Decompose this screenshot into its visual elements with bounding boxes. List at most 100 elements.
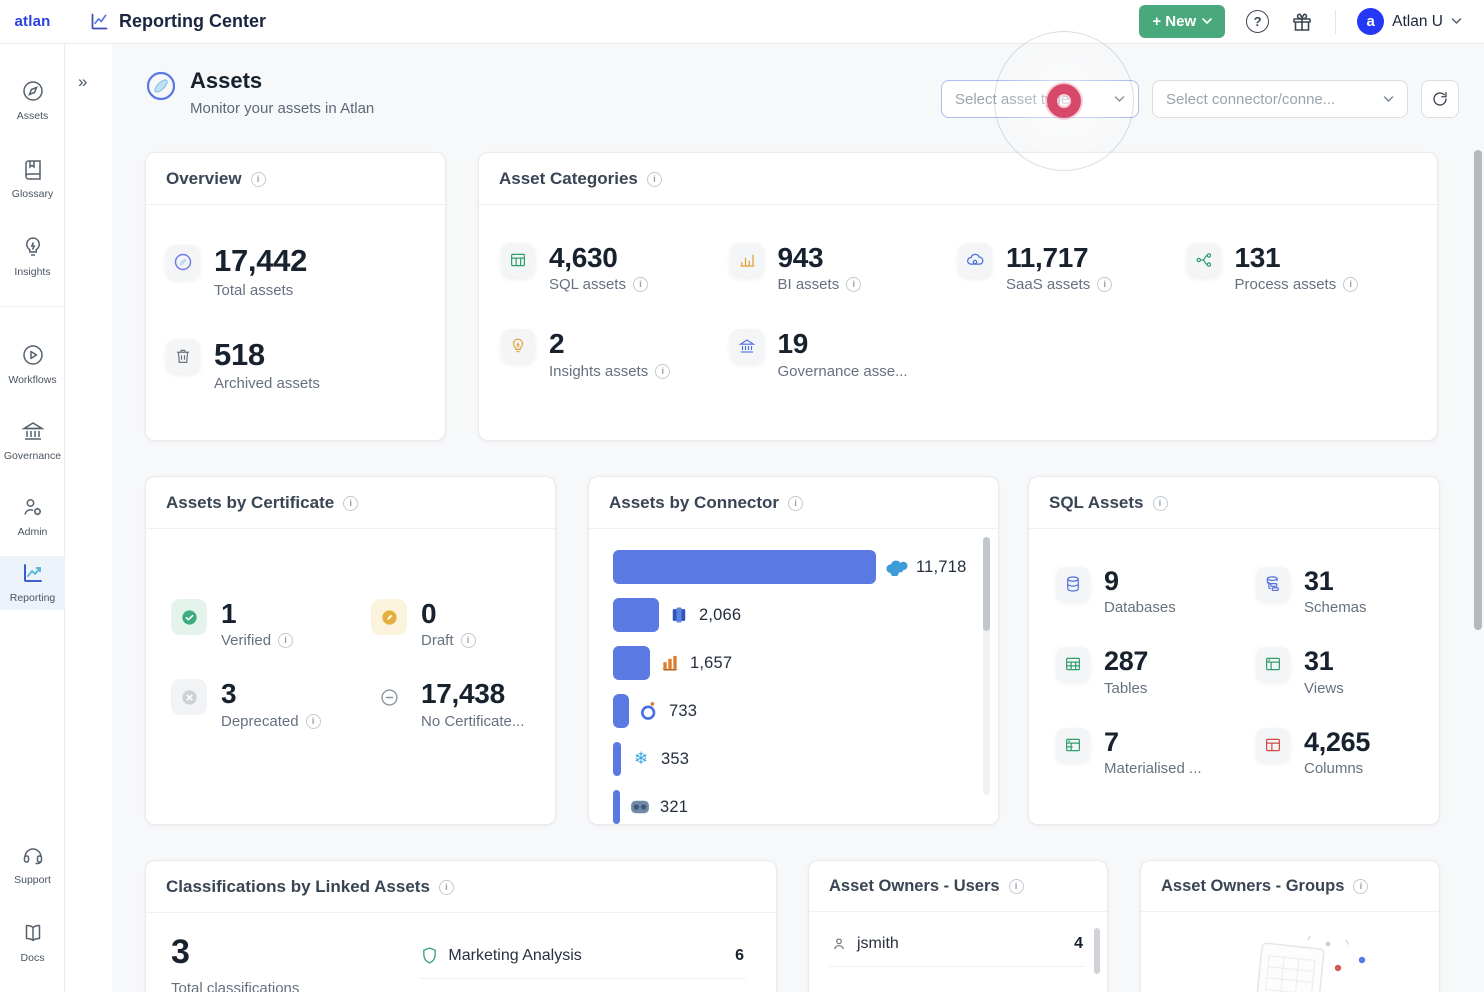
info-icon[interactable]: i (846, 277, 861, 292)
owner-user-row[interactable]: jsmith 4 (829, 922, 1085, 967)
bank-icon (730, 329, 764, 363)
sidebar-item-reporting[interactable]: Reporting (0, 556, 65, 610)
headset-icon (21, 843, 45, 867)
connector-bar-row[interactable]: 1,657 (613, 639, 974, 687)
page-scrollbar[interactable] (1474, 150, 1482, 630)
info-icon[interactable]: i (251, 172, 266, 187)
info-icon[interactable]: i (655, 364, 670, 379)
connector-scrollbar[interactable] (983, 537, 990, 631)
sidebar-item-governance[interactable]: Governance (0, 414, 65, 468)
asset-owners-groups-card: Asset Owners - Groups i (1140, 860, 1440, 992)
left-sidebar: Assets Glossary Insights Workflows Gover… (0, 44, 65, 992)
new-button[interactable]: + New (1139, 5, 1225, 38)
card-title: Classifications by Linked Assets (166, 877, 430, 897)
flow-icon (1187, 243, 1221, 277)
columns-stat: 4,265 Columns (1256, 728, 1412, 777)
bar-connector-partial[interactable] (613, 790, 620, 824)
gift-icon[interactable] (1290, 10, 1314, 34)
card-title: Asset Owners - Groups (1161, 877, 1344, 896)
card-title: Asset Categories (499, 169, 638, 189)
deprecated-stat: 3 Deprecatedi (171, 679, 371, 729)
redshift-icon (667, 603, 691, 627)
connector-partial-icon (628, 795, 652, 819)
info-icon[interactable]: i (1353, 879, 1368, 894)
connector-bar-row[interactable]: 321 (613, 783, 974, 825)
card-title: Assets by Certificate (166, 493, 334, 513)
empty-state-illustration (1200, 928, 1380, 992)
user-icon (831, 936, 847, 952)
sidebar-item-glossary[interactable]: Glossary (0, 152, 65, 206)
classifications-total: 3 Total classifications (171, 933, 299, 992)
page-heading: Assets (190, 68, 374, 94)
chevron-down-icon (1202, 18, 1212, 25)
salesforce-icon (884, 555, 908, 579)
info-icon[interactable]: i (647, 172, 662, 187)
info-icon[interactable]: i (278, 633, 293, 648)
sidebar-item-assets[interactable]: Assets (0, 74, 65, 128)
info-icon[interactable]: i (1009, 879, 1024, 894)
bar-chart-icon (730, 243, 764, 277)
governance-assets-stat: 19 Governance asse... (730, 329, 959, 379)
card-title: Asset Owners - Users (829, 877, 1000, 896)
snowflake-icon: ❄ (629, 747, 653, 771)
connector-bar-row[interactable]: 11,718 (613, 543, 974, 591)
info-icon[interactable]: i (633, 277, 648, 292)
verified-badge-icon (171, 599, 207, 635)
bar-aws-connector[interactable] (613, 646, 650, 680)
tables-stat: 287 Tables (1056, 647, 1256, 696)
info-icon[interactable]: i (1343, 277, 1358, 292)
no-certificate-stat: 17,438 No Certificate... (371, 679, 530, 729)
card-title: Assets by Connector (609, 493, 779, 513)
bank-icon (21, 419, 45, 443)
trash-icon (166, 339, 200, 373)
sidebar-divider (0, 306, 65, 307)
sidebar-item-insights[interactable]: Insights (0, 230, 65, 284)
connector-select[interactable]: Select connector/conne... (1152, 80, 1408, 118)
archived-assets-stat: 518 Archived assets (166, 339, 425, 393)
sidebar-item-support[interactable]: Support (0, 838, 65, 892)
database-icon (1056, 567, 1090, 601)
draft-badge-icon (371, 599, 407, 635)
insights-assets-stat: 2 Insights assetsi (501, 329, 730, 379)
atlan-logo[interactable]: atlan (14, 13, 50, 30)
connector-bar-row[interactable]: 733 (613, 687, 974, 735)
schema-icon (1256, 567, 1290, 601)
card-title: SQL Assets (1049, 493, 1144, 513)
info-icon[interactable]: i (343, 496, 358, 511)
asset-type-select[interactable]: Select asset type (941, 80, 1139, 118)
verified-stat: 1 Verifiedi (171, 599, 371, 649)
assets-by-certificate-card: Assets by Certificatei 1 Verifiedi 0 Dra… (145, 476, 556, 825)
databases-stat: 9 Databases (1056, 567, 1256, 616)
info-icon[interactable]: i (461, 633, 476, 648)
info-icon[interactable]: i (1153, 496, 1168, 511)
user-menu[interactable]: a Atlan U (1357, 8, 1462, 35)
book-icon (21, 157, 45, 181)
bar-ring-connector[interactable] (613, 694, 629, 728)
refresh-button[interactable] (1421, 80, 1459, 118)
info-icon[interactable]: i (1097, 277, 1112, 292)
column-icon (1256, 728, 1290, 762)
bar-salesforce[interactable] (613, 550, 876, 584)
expand-panel-icon[interactable]: » (78, 72, 85, 92)
bar-redshift[interactable] (613, 598, 659, 632)
sidebar-item-docs[interactable]: Docs (0, 916, 65, 970)
help-icon[interactable]: ? (1246, 10, 1269, 33)
info-icon[interactable]: i (788, 496, 803, 511)
views-stat: 31 Views (1256, 647, 1412, 696)
topbar: atlan Reporting Center + New ? a Atlan U (0, 0, 1484, 44)
avatar: a (1357, 8, 1384, 35)
page-subtitle: Monitor your assets in Atlan (190, 100, 374, 117)
users-scrollbar[interactable] (1094, 928, 1100, 974)
sidebar-item-workflows[interactable]: Workflows (0, 338, 65, 392)
page-title: Reporting Center (119, 11, 266, 32)
topbar-divider (1335, 10, 1336, 34)
classification-row[interactable]: Marketing Analysis 6 (419, 933, 746, 979)
sidebar-item-admin[interactable]: Admin (0, 490, 65, 544)
info-icon[interactable]: i (439, 880, 454, 895)
connector-bar-row[interactable]: 2,066 (613, 591, 974, 639)
card-title: Overview (166, 169, 242, 189)
line-chart-icon (89, 11, 110, 32)
bar-snowflake[interactable] (613, 742, 621, 776)
connector-bar-row[interactable]: ❄ 353 (613, 735, 974, 783)
info-icon[interactable]: i (306, 714, 321, 729)
